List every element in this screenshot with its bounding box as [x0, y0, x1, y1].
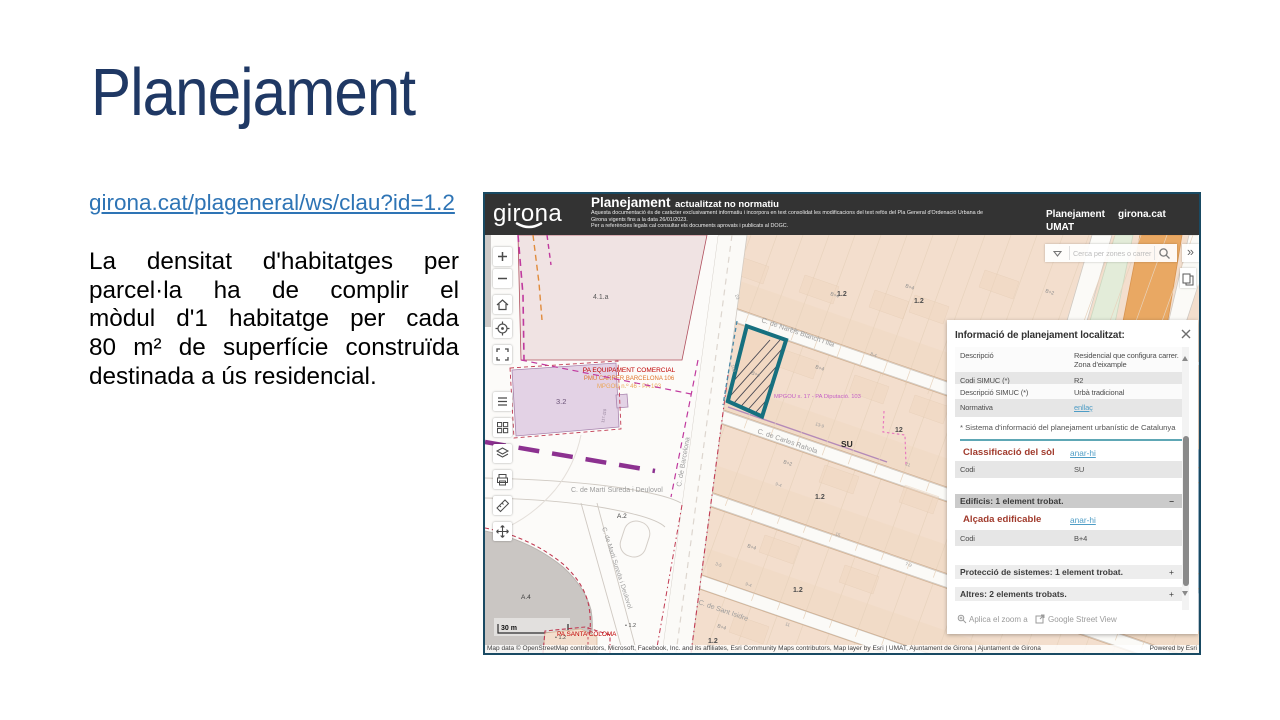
- svg-text:4.1.a: 4.1.a: [593, 294, 609, 301]
- svg-text:1.2: 1.2: [815, 494, 825, 501]
- svg-text:1.2: 1.2: [914, 298, 924, 305]
- svg-text:PA SANTA COLOMA: PA SANTA COLOMA: [557, 631, 617, 638]
- svg-text:30 m: 30 m: [501, 625, 517, 632]
- svg-text:1.2: 1.2: [793, 587, 803, 594]
- svg-text:3.2: 3.2: [556, 397, 566, 406]
- svg-text:C. de Martí Sureda i Deulovol: C. de Martí Sureda i Deulovol: [571, 487, 663, 494]
- svg-text:girona: girona: [493, 200, 562, 227]
- svg-text:MPGOU x. 17 - PA Diputació. 10: MPGOU x. 17 - PA Diputació. 103: [774, 394, 861, 400]
- svg-text:12: 12: [895, 427, 903, 434]
- svg-text:1.2: 1.2: [708, 638, 718, 645]
- svg-text:• 1.2: • 1.2: [625, 623, 636, 629]
- svg-text:A.2: A.2: [617, 513, 627, 520]
- svg-text:PA EQUIPAMENT COMERCIAL: PA EQUIPAMENT COMERCIAL: [583, 367, 676, 374]
- svg-text:A.4: A.4: [521, 594, 531, 601]
- svg-text:MPGOU n.º 46 - PA 103: MPGOU n.º 46 - PA 103: [597, 383, 662, 390]
- svg-text:SU: SU: [841, 439, 853, 449]
